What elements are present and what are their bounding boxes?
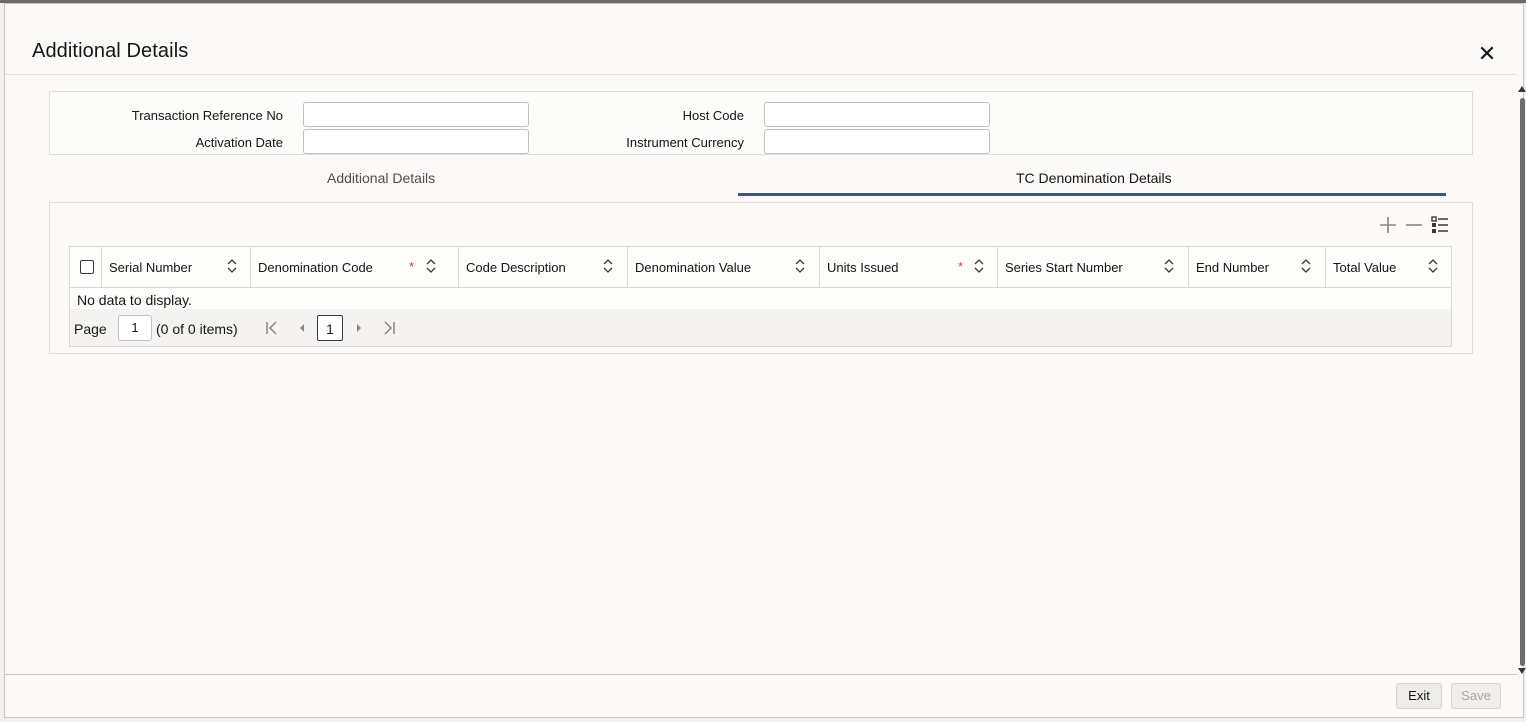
- tab-additional-details[interactable]: Additional Details: [327, 170, 435, 186]
- required-marker: *: [958, 259, 964, 274]
- sort-icon[interactable]: [795, 257, 805, 275]
- save-button[interactable]: Save: [1451, 683, 1501, 709]
- first-page-icon[interactable]: [262, 317, 282, 339]
- activation-date-label: Activation Date: [195, 135, 283, 150]
- sort-icon[interactable]: [974, 257, 984, 275]
- column-header-code-description[interactable]: Code Description: [459, 247, 628, 287]
- column-label: Denomination Value: [635, 260, 752, 275]
- sort-icon[interactable]: [603, 257, 613, 275]
- sort-icon[interactable]: [1301, 257, 1311, 275]
- pagination-bar: Page 1 (0 of 0 items) 1: [70, 309, 1451, 346]
- activation-date-input[interactable]: [303, 129, 529, 154]
- column-header-denomination-code[interactable]: Denomination Code *: [251, 247, 459, 287]
- table-header-row: Serial Number Denomination Code * Code D…: [70, 247, 1451, 288]
- sort-icon[interactable]: [426, 257, 436, 275]
- page-label: Page: [74, 321, 107, 337]
- sort-icon[interactable]: [1428, 257, 1438, 275]
- select-all-cell: [70, 247, 102, 287]
- minus-icon[interactable]: [1402, 215, 1426, 237]
- denomination-table: Serial Number Denomination Code * Code D…: [69, 246, 1452, 347]
- additional-details-dialog: Additional Details ✕ Transaction Referen…: [4, 3, 1526, 718]
- dialog-title: Additional Details: [32, 40, 189, 62]
- previous-page-icon[interactable]: [292, 317, 312, 339]
- txn-ref-label: Transaction Reference No: [131, 108, 283, 123]
- column-header-denomination-value[interactable]: Denomination Value: [628, 247, 820, 287]
- exit-button[interactable]: Exit: [1396, 683, 1442, 709]
- sort-icon[interactable]: [227, 257, 237, 275]
- column-label: Serial Number: [109, 260, 193, 275]
- column-header-total-value[interactable]: Total Value: [1326, 247, 1451, 287]
- title-divider: [5, 74, 1517, 75]
- plus-icon[interactable]: [1376, 215, 1400, 237]
- active-tab-indicator: [738, 193, 1446, 196]
- header-fields-panel: Transaction Reference No Host Code Activ…: [49, 91, 1473, 155]
- column-header-serial-number[interactable]: Serial Number: [102, 247, 251, 287]
- item-count: (0 of 0 items): [156, 321, 238, 337]
- column-label: Total Value: [1333, 260, 1397, 275]
- host-code-label: Host Code: [682, 108, 744, 123]
- column-header-units-issued[interactable]: Units Issued *: [820, 247, 998, 287]
- instrument-currency-label: Instrument Currency: [626, 135, 744, 150]
- footer-divider: [5, 674, 1517, 675]
- instrument-currency-input[interactable]: [764, 129, 990, 154]
- column-header-series-start-number[interactable]: Series Start Number: [998, 247, 1189, 287]
- scroll-down-icon[interactable]: [1518, 668, 1526, 674]
- column-label: Denomination Code: [258, 260, 373, 275]
- host-code-input[interactable]: [764, 102, 990, 127]
- scrollbar-thumb[interactable]: [1520, 98, 1525, 666]
- txn-ref-input[interactable]: [303, 102, 529, 127]
- vertical-scrollbar[interactable]: [1517, 86, 1526, 676]
- close-icon[interactable]: ✕: [1475, 42, 1499, 66]
- column-header-end-number[interactable]: End Number: [1189, 247, 1326, 287]
- current-page-button[interactable]: 1: [317, 315, 343, 341]
- required-marker: *: [409, 259, 415, 274]
- page-number-input[interactable]: 1: [118, 315, 152, 341]
- column-label: Code Description: [466, 260, 566, 275]
- last-page-icon[interactable]: [379, 317, 399, 339]
- column-list-icon[interactable]: [1428, 215, 1452, 237]
- column-label: Series Start Number: [1005, 260, 1123, 275]
- scroll-up-icon[interactable]: [1518, 86, 1526, 92]
- sort-icon[interactable]: [1164, 257, 1174, 275]
- column-label: Units Issued: [827, 260, 899, 275]
- next-page-icon[interactable]: [349, 317, 369, 339]
- column-label: End Number: [1196, 260, 1269, 275]
- select-all-checkbox[interactable]: [80, 260, 94, 274]
- tab-tc-denomination-details[interactable]: TC Denomination Details: [1016, 170, 1172, 186]
- empty-table-message: No data to display.: [77, 292, 192, 308]
